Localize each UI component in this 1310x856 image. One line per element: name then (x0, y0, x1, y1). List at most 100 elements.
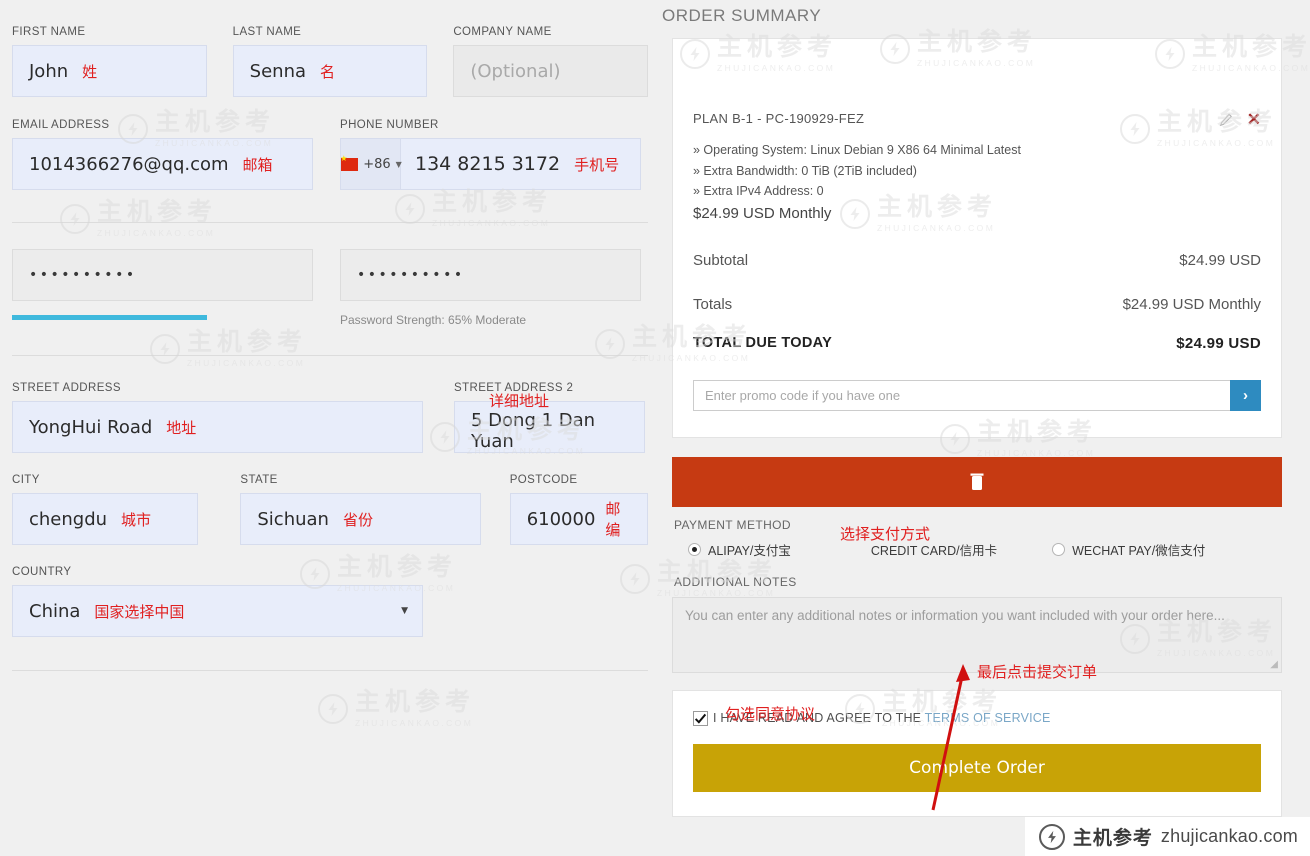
total-due-label: TOTAL DUE TODAY (693, 335, 833, 352)
password-value: •••••••••• (29, 267, 137, 283)
city-input[interactable]: chengdu 城市 (12, 493, 199, 545)
country-code-value: +86 (363, 156, 391, 172)
postcode-input[interactable]: 610000 邮编 (509, 493, 649, 545)
street-address-2-input[interactable]: 详细地址 5 Dong 1 Dan Yuan (454, 392, 645, 453)
state-value: Sichuan (257, 508, 329, 530)
trash-icon (969, 472, 985, 491)
country-field: COUNTRY China 国家选择中国 ▼ (12, 566, 423, 637)
street-address-input[interactable]: YongHui Road 地址 (12, 401, 423, 453)
total-due-row: TOTAL DUE TODAY $24.99 USD (693, 313, 1261, 352)
payment-method-label: PAYMENT METHOD (674, 517, 791, 532)
section-divider-1 (12, 222, 648, 223)
brand-logo-icon (1038, 823, 1065, 850)
street-row: STREET ADDRESS YongHui Road 地址 STREET AD… (12, 382, 648, 453)
confirm-password-value: •••••••••• (357, 267, 465, 283)
street-address-2-value: 5 Dong 1 Dan Yuan (471, 410, 596, 452)
site-watermark-badge: 主机参考 zhujicankao.com (1024, 817, 1310, 856)
email-value: 1014366276@qq.com (29, 153, 229, 175)
name-row: FIRST NAME John 姓 LAST NAME Senna 名 COMP… (12, 26, 649, 97)
last-name-label: LAST NAME (232, 26, 302, 38)
company-name-label: COMPANY NAME (453, 26, 552, 38)
password-row: •••••••••• •••••••••• Password Strength:… (12, 249, 648, 327)
promo-code-group: › (693, 379, 1261, 411)
postcode-field: POSTCODE 610000 邮编 (509, 474, 649, 545)
postcode-label: POSTCODE (509, 474, 578, 486)
first-name-input[interactable]: John 姓 (12, 45, 207, 97)
additional-notes-textarea[interactable]: You can enter any additional notes or in… (672, 596, 1282, 673)
street-address-2-label: STREET ADDRESS 2 (454, 382, 574, 394)
edit-pencil-icon[interactable] (1219, 112, 1233, 127)
order-card: PLAN B-1 - PC-190929-FEZ ✕ » Operating S… (672, 38, 1282, 438)
postcode-annotation: 邮编 (605, 500, 621, 539)
promo-code-input[interactable] (693, 379, 1230, 411)
country-label: COUNTRY (12, 566, 72, 578)
state-label: STATE (240, 474, 278, 486)
email-label: EMAIL ADDRESS (12, 119, 110, 131)
company-name-input[interactable]: (Optional) (453, 45, 649, 97)
promo-apply-button[interactable]: › (1230, 379, 1261, 411)
password-strength-bar-track (12, 315, 313, 320)
terms-checkbox[interactable] (693, 710, 708, 726)
total-due-value: $24.99 USD (1176, 334, 1261, 352)
state-input[interactable]: Sichuan 省份 (240, 493, 481, 545)
section-divider-3 (12, 670, 648, 671)
street-address-field: STREET ADDRESS YongHui Road 地址 (12, 382, 423, 453)
badge-brand-cn: 主机参考 (1072, 827, 1153, 849)
country-code-selector[interactable]: +86 ▼ (341, 139, 402, 189)
street-address-2-annotation: 详细地址 (489, 392, 550, 410)
city-field: CITY chengdu 城市 (12, 474, 199, 545)
customer-details-form: FIRST NAME John 姓 LAST NAME Senna 名 COMP… (0, 0, 660, 856)
password-input[interactable]: •••••••••• (12, 249, 313, 301)
terms-agreement-row[interactable]: I HAVE READ AND AGREE TO THE TERMS OF SE… (693, 710, 1261, 726)
radio-icon (1052, 542, 1066, 556)
city-annotation: 城市 (121, 510, 152, 529)
email-field: EMAIL ADDRESS 1014366276@qq.com 邮箱 (12, 119, 313, 190)
street-address-value: YongHui Road (29, 416, 153, 438)
radio-icon-selected (688, 542, 701, 556)
company-name-placeholder: (Optional) (470, 60, 561, 82)
email-input[interactable]: 1014366276@qq.com 邮箱 (12, 138, 313, 190)
payment-option-credit-card[interactable]: CREDIT CARD/信用卡 (851, 540, 997, 559)
payment-option-label: CREDIT CARD/信用卡 (870, 543, 998, 558)
payment-option-wechat-pay[interactable]: WECHAT PAY/微信支付 (1052, 540, 1205, 559)
city-state-row: CITY chengdu 城市 STATE Sichuan 省份 POSTCOD… (12, 474, 649, 545)
phone-field: PHONE NUMBER +86 ▼ 134 8215 3172 手机号 (340, 119, 641, 190)
country-select[interactable]: China 国家选择中国 ▼ (12, 585, 423, 637)
company-name-field: COMPANY NAME (Optional) (453, 26, 649, 97)
plan-price: $24.99 USD Monthly (693, 204, 832, 222)
payment-option-label: ALIPAY/支付宝 (708, 543, 791, 558)
last-name-input[interactable]: Senna 名 (232, 45, 428, 97)
terms-text-prefix: I HAVE READ AND AGREE TO THE (713, 711, 925, 726)
section-divider-2 (12, 355, 648, 356)
delete-order-bar[interactable] (672, 456, 1282, 507)
first-name-annotation: 姓 (82, 62, 98, 81)
city-value: chengdu (29, 508, 108, 530)
first-name-label: FIRST NAME (12, 26, 86, 38)
confirm-password-input[interactable]: •••••••••• (340, 249, 641, 301)
totals-value: $24.99 USD Monthly (1122, 295, 1261, 313)
order-summary-title: ORDER SUMMARY (662, 6, 822, 25)
phone-annotation: 手机号 (574, 155, 620, 174)
state-field: STATE Sichuan 省份 (240, 474, 481, 545)
first-name-field: FIRST NAME John 姓 (12, 26, 207, 97)
complete-order-button[interactable]: Complete Order (693, 743, 1261, 792)
terms-of-service-link[interactable]: TERMS OF SERVICE (925, 711, 1051, 725)
last-name-field: LAST NAME Senna 名 (232, 26, 428, 97)
plan-header: PLAN B-1 - PC-190929-FEZ ✕ (693, 39, 1261, 128)
email-annotation: 邮箱 (242, 155, 273, 174)
terms-agreement-text: I HAVE READ AND AGREE TO THE TERMS OF SE… (713, 711, 1051, 725)
payment-method-options: ALIPAY/支付宝 CREDIT CARD/信用卡 WECHAT PAY/微信… (672, 540, 1282, 559)
street-address-annotation: 地址 (166, 418, 197, 437)
remove-item-icon[interactable]: ✕ (1247, 111, 1261, 128)
phone-input[interactable]: +86 ▼ 134 8215 3172 手机号 (340, 138, 641, 190)
last-name-annotation: 名 (320, 62, 336, 81)
state-annotation: 省份 (342, 510, 373, 529)
plan-spec-item: » Extra Bandwidth: 0 TiB (2TiB included) (693, 163, 917, 178)
payment-option-alipay[interactable]: ALIPAY/支付宝 (688, 540, 791, 559)
order-summary-panel: ORDER SUMMARY PLAN B-1 - PC-190929-FEZ ✕… (660, 0, 1310, 856)
password-field: •••••••••• (12, 249, 313, 327)
first-name-value: John (29, 60, 69, 82)
resize-grip-icon[interactable]: ◢ (1270, 659, 1278, 670)
plan-spec-item: » Extra IPv4 Address: 0 (693, 184, 824, 199)
subtotal-row: Subtotal $24.99 USD (693, 222, 1261, 269)
